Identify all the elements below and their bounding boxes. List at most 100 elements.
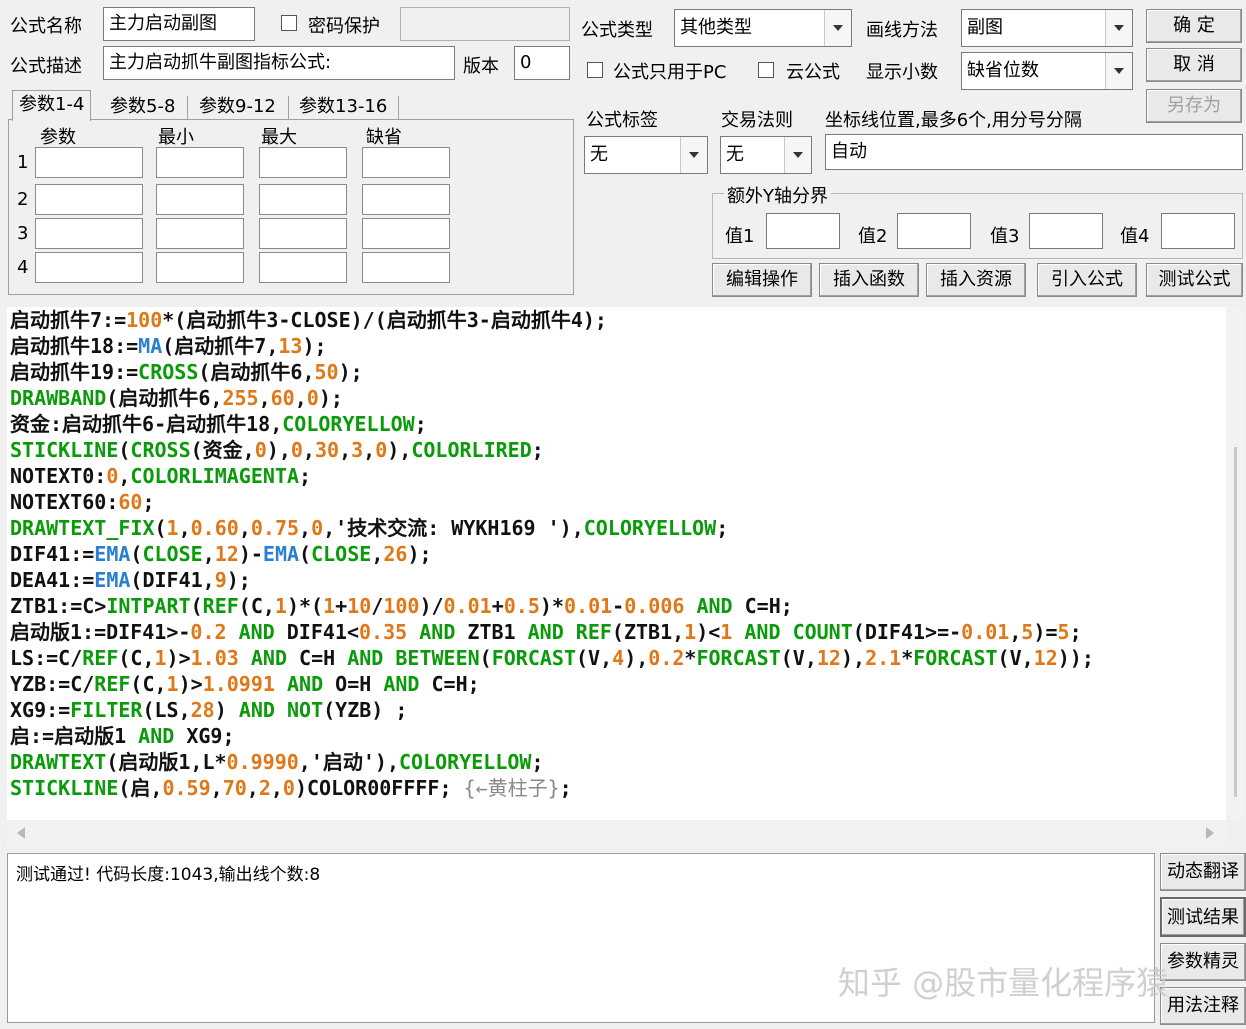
value2-input[interactable] (897, 213, 971, 249)
usage-notes-button[interactable]: 用法注释 (1160, 987, 1246, 1025)
code-editor[interactable]: 启动抓牛7:=100*(启动抓牛3-CLOSE)/(启动抓牛3-启动抓牛4); 启… (7, 307, 1226, 820)
code-token: ,'启动'), (298, 750, 400, 774)
param-name-input[interactable] (35, 218, 143, 249)
vertical-scrollbar[interactable] (1226, 307, 1244, 820)
code-token: 1 (166, 672, 179, 696)
edit-operations-button[interactable]: 编辑操作 (712, 263, 812, 297)
param-max-input[interactable] (259, 218, 347, 249)
tab-params-9-12[interactable]: 参数9-12 (199, 93, 276, 121)
param-max-input[interactable] (259, 252, 347, 283)
code-token: 9 (214, 568, 227, 592)
param-name-input[interactable] (35, 147, 143, 178)
code-line: 资金:启动抓牛6-启动抓牛18,COLORYELLOW; (10, 411, 427, 437)
insert-resource-button[interactable]: 插入资源 (926, 263, 1026, 297)
scroll-right-icon[interactable] (1206, 827, 1214, 839)
chevron-down-icon[interactable] (824, 10, 851, 46)
dynamic-translate-button[interactable]: 动态翻译 (1160, 853, 1246, 891)
code-token: ; (716, 516, 729, 540)
chevron-down-icon[interactable] (1105, 10, 1132, 46)
code-token: ); (338, 360, 363, 384)
import-formula-button[interactable]: 引入公式 (1037, 263, 1137, 297)
code-token: STICKLINE (10, 776, 119, 800)
param-max-input[interactable] (259, 147, 347, 178)
axis-position-input[interactable]: 自动 (825, 134, 1243, 170)
tab-params-13-16[interactable]: 参数13-16 (299, 93, 387, 121)
password-checkbox[interactable] (281, 15, 297, 31)
tab-params-5-8[interactable]: 参数5-8 (110, 93, 175, 121)
param-min-input[interactable] (156, 147, 244, 178)
param-wizard-button[interactable]: 参数精灵 (1160, 943, 1246, 981)
code-line: NOTEXT0:0,COLORLIMAGENTA; (10, 463, 311, 489)
param-name-input[interactable] (35, 184, 143, 215)
param-row-number: 3 (17, 223, 29, 244)
chevron-down-icon[interactable] (1105, 53, 1132, 89)
test-formula-button[interactable]: 测试公式 (1146, 263, 1243, 297)
code-token: COLORYELLOW (583, 516, 717, 540)
code-token: AND (347, 646, 384, 670)
code-token: + (491, 594, 504, 618)
value1-input[interactable] (766, 213, 840, 249)
code-token: ), (624, 646, 649, 670)
param-min-input[interactable] (156, 252, 244, 283)
formula-name-input[interactable]: 主力启动副图 (103, 7, 255, 41)
version-input[interactable]: 0 (514, 46, 570, 80)
formula-tag-select[interactable]: 无 (584, 136, 708, 174)
code-token: 60 (270, 386, 295, 410)
trade-rule-select[interactable]: 无 (720, 136, 812, 174)
value4-input[interactable] (1161, 213, 1235, 249)
param-min-input[interactable] (156, 218, 244, 249)
code-token: 3 (351, 438, 364, 462)
chevron-down-icon[interactable] (784, 137, 811, 173)
code-token: LS:=C/ (10, 646, 83, 670)
tab-params-1-4[interactable]: 参数1-4 (12, 90, 92, 121)
code-token: * (684, 646, 697, 670)
code-token: )); (1057, 646, 1094, 670)
save-as-button[interactable]: 另存为 (1146, 89, 1242, 123)
param-default-input[interactable] (362, 184, 450, 215)
formula-desc-input[interactable]: 主力启动抓牛副图指标公式: (103, 46, 455, 80)
code-line: DRAWBAND(启动抓牛6,255,60,0); (10, 385, 343, 411)
formula-desc-label: 公式描述 (10, 56, 82, 77)
param-name-input[interactable] (35, 252, 143, 283)
chevron-down-icon[interactable] (680, 137, 707, 173)
cloud-checkbox[interactable] (758, 62, 774, 78)
test-result-button[interactable]: 测试结果 (1160, 897, 1246, 937)
param-default-input[interactable] (362, 218, 450, 249)
code-token: , (339, 438, 352, 462)
draw-method-select[interactable]: 副图 (961, 9, 1133, 47)
pc-only-checkbox[interactable] (587, 62, 603, 78)
code-line: STICKLINE(CROSS(资金,0),0,30,3,0),COLORLIR… (10, 437, 544, 463)
insert-function-button[interactable]: 插入函数 (819, 263, 919, 297)
code-token: NOT (287, 698, 324, 722)
param-min-input[interactable] (156, 184, 244, 215)
vertical-scrollbar-thumb[interactable] (1234, 447, 1237, 797)
value3-input[interactable] (1029, 213, 1103, 249)
code-token: ); (302, 334, 327, 358)
code-token: AND (238, 620, 275, 644)
code-token: COLORLIRED (411, 438, 532, 462)
formula-type-select[interactable]: 其他类型 (674, 9, 852, 47)
code-token: DRAWBAND (10, 386, 107, 410)
password-input[interactable] (400, 7, 570, 41)
code-token: (V, (576, 646, 613, 670)
param-row-number: 1 (17, 152, 29, 173)
axis-position-label: 坐标线位置,最多6个,用分号分隔 (825, 110, 1082, 131)
cancel-button[interactable]: 取 消 (1146, 48, 1242, 82)
code-token: 0.60 (190, 516, 239, 540)
code-token: 0 (106, 464, 119, 488)
ok-button[interactable]: 确 定 (1146, 9, 1242, 43)
param-max-input[interactable] (259, 184, 347, 215)
param-default-input[interactable] (362, 252, 450, 283)
code-token: ; (299, 464, 312, 488)
code-line: 启动抓牛19:=CROSS(启动抓牛6,50); (10, 359, 363, 385)
code-token: REF (94, 672, 131, 696)
code-token: FORCAST (696, 646, 781, 670)
code-token: 0.35 (359, 620, 408, 644)
decimal-select[interactable]: 缺省位数 (961, 52, 1133, 90)
code-token: , (363, 438, 376, 462)
horizontal-scrollbar[interactable] (7, 820, 1226, 846)
param-default-input[interactable] (362, 147, 450, 178)
code-line: DRAWTEXT(启动版1,L*0.9990,'启动'),COLORYELLOW… (10, 749, 544, 775)
scroll-left-icon[interactable] (17, 827, 25, 839)
